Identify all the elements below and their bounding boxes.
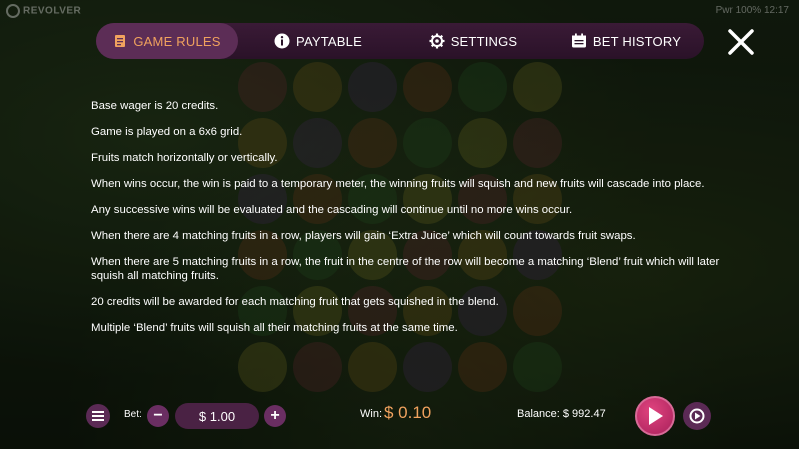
brand-logo: REVOLVER	[6, 4, 81, 18]
win-label: Win:	[360, 408, 382, 420]
tab-paytable[interactable]: PAYTABLE	[238, 23, 398, 59]
menu-button[interactable]	[86, 404, 110, 428]
spin-button[interactable]	[635, 396, 675, 436]
hamburger-icon	[92, 411, 104, 421]
tab-label: GAME RULES	[133, 33, 221, 49]
rule-line: Any successive wins will be evaluated an…	[91, 204, 573, 216]
bet-value: $ 1.00	[175, 403, 259, 429]
rule-line: Multiple ‘Blend’ fruits will squish all …	[91, 322, 458, 334]
tab-label: PAYTABLE	[296, 33, 362, 49]
bet-label: Bet:	[124, 409, 142, 420]
book-icon	[113, 34, 127, 48]
game-rules-text: Base wager is 20 credits. Game is played…	[91, 99, 731, 347]
tab-game-rules[interactable]: GAME RULES	[96, 23, 238, 59]
tab-bet-history[interactable]: BET HISTORY	[548, 23, 704, 59]
rule-line: Game is played on a 6x6 grid.	[91, 126, 243, 138]
calendar-icon	[571, 33, 587, 49]
autoplay-button[interactable]	[683, 402, 711, 430]
rule-line: When wins occur, the win is paid to a te…	[91, 178, 705, 190]
rule-line: Fruits match horizontally or vertically.	[91, 152, 278, 164]
rule-line: 20 credits will be awarded for each matc…	[91, 296, 499, 308]
rule-line: When there are 4 matching fruits in a ro…	[91, 230, 636, 242]
logo-icon	[6, 4, 20, 18]
top-strip: REVOLVER Pwr 100% 12:17	[0, 0, 799, 22]
balance-readout: Balance: $ 992.47	[517, 408, 606, 420]
rule-line: Base wager is 20 credits.	[91, 100, 219, 112]
rule-line: When there are 5 matching fruits in a ro…	[91, 256, 720, 282]
brand-name: REVOLVER	[23, 5, 82, 17]
tab-settings[interactable]: SETTINGS	[398, 23, 548, 59]
close-button[interactable]	[726, 27, 756, 57]
increase-bet-button[interactable]: +	[264, 405, 286, 427]
close-icon	[728, 29, 754, 55]
info-nav-bar: GAME RULES PAYTABLE SETTINGS BET HISTORY	[96, 23, 704, 59]
tab-label: SETTINGS	[450, 33, 518, 49]
win-value: $ 0.10	[384, 403, 432, 422]
info-icon	[274, 33, 290, 49]
autoplay-icon	[689, 408, 705, 424]
decrease-bet-button[interactable]: −	[147, 405, 169, 427]
tab-label: BET HISTORY	[592, 33, 682, 49]
gear-icon	[429, 33, 445, 49]
play-icon	[649, 407, 663, 425]
status-readout: Pwr 100% 12:17	[715, 5, 789, 16]
